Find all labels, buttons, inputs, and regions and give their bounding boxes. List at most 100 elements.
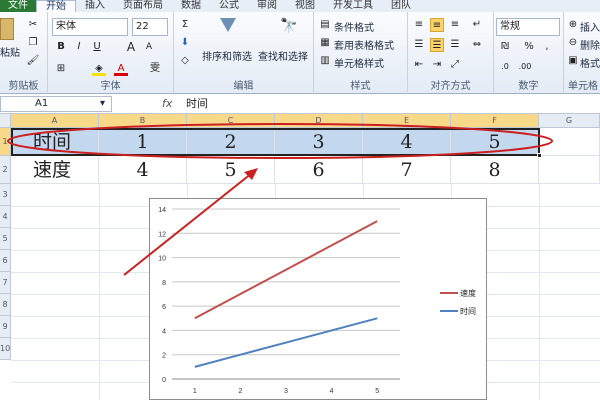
column-header-g[interactable]: G xyxy=(539,114,600,128)
column-header-f[interactable]: F xyxy=(451,114,539,128)
select-all-corner[interactable] xyxy=(0,114,11,128)
insert-cells-icon[interactable]: ⊕ xyxy=(566,18,580,32)
cell-f2[interactable]: 8 xyxy=(451,156,539,184)
underline-button[interactable]: U xyxy=(90,40,104,54)
legend-label: 速度 xyxy=(460,288,476,298)
insert-cells-button[interactable]: 插入 xyxy=(580,19,600,34)
number-format-select[interactable]: 常规 xyxy=(496,18,560,36)
tab-developer[interactable]: 开发工具 xyxy=(324,0,382,12)
orientation-icon[interactable]: ⤢ xyxy=(448,58,462,72)
find-select-icon[interactable]: 🔭 xyxy=(280,18,297,34)
cell-b2[interactable]: 4 xyxy=(99,156,187,184)
font-size-select[interactable]: 22 xyxy=(132,18,168,36)
name-box[interactable]: A1 xyxy=(0,96,112,112)
currency-icon[interactable]: ₪ xyxy=(498,40,512,54)
wrap-text-icon[interactable]: ↵ xyxy=(470,18,484,32)
column-header-c[interactable]: C xyxy=(187,114,275,128)
x-tick-label: 2 xyxy=(238,388,242,395)
paste-button[interactable]: 粘贴 xyxy=(0,44,20,59)
format-cells-icon[interactable]: ▣ xyxy=(566,54,580,68)
align-right-icon[interactable]: ☰ xyxy=(448,38,462,52)
delete-cells-button[interactable]: 删除 xyxy=(580,37,600,52)
insert-function-button[interactable]: fx xyxy=(162,97,172,110)
decrease-decimal-icon[interactable]: .00 xyxy=(518,60,532,74)
paste-icon[interactable] xyxy=(0,18,14,40)
cell-styles-icon[interactable]: ▥ xyxy=(318,54,332,68)
format-as-table-icon[interactable]: ▦ xyxy=(318,36,332,50)
bold-button[interactable]: B xyxy=(54,40,68,54)
percent-button[interactable]: % xyxy=(522,40,536,54)
align-top-icon[interactable]: ≡ xyxy=(412,18,426,32)
increase-indent-icon[interactable]: ⇥ xyxy=(430,58,444,72)
line-chart[interactable]: 0 2 4 6 8 10 12 14 1 2 3 4 5 速度 时间 xyxy=(149,198,487,400)
autosum-button[interactable]: Σ xyxy=(178,18,192,32)
tab-team[interactable]: 团队 xyxy=(382,0,420,12)
fill-handle[interactable] xyxy=(537,153,542,158)
column-header-d[interactable]: D xyxy=(275,114,363,128)
conditional-format-icon[interactable]: ▤ xyxy=(318,18,332,32)
decrease-indent-icon[interactable]: ⇤ xyxy=(412,58,426,72)
comma-button[interactable]: , xyxy=(540,40,554,54)
name-box-dropdown-icon[interactable]: ▾ xyxy=(100,98,105,109)
row-header-2[interactable]: 2 xyxy=(0,156,11,184)
y-tick-label: 4 xyxy=(162,328,166,335)
tab-review[interactable]: 审阅 xyxy=(248,0,286,12)
tab-view[interactable]: 视图 xyxy=(286,0,324,12)
tab-formulas[interactable]: 公式 xyxy=(210,0,248,12)
italic-button[interactable]: I xyxy=(72,40,86,54)
merge-center-icon[interactable]: ⇔ xyxy=(470,38,484,52)
tab-home[interactable]: 开始 xyxy=(36,0,76,12)
font-family-select[interactable]: 宋体 xyxy=(52,18,128,36)
cell-c2[interactable]: 5 xyxy=(187,156,275,184)
cell-d2[interactable]: 6 xyxy=(275,156,363,184)
font-color-icon[interactable]: A xyxy=(114,62,128,76)
formula-input[interactable]: 时间 xyxy=(186,96,208,112)
tab-data[interactable]: 数据 xyxy=(172,0,210,12)
cell-styles-button[interactable]: 单元格样式 xyxy=(334,55,384,70)
row-header-6[interactable]: 6 xyxy=(0,250,11,272)
borders-icon[interactable]: ⊞ xyxy=(54,62,68,76)
row-header-4[interactable]: 4 xyxy=(0,206,11,228)
cell-a2[interactable]: 速度 xyxy=(11,156,99,184)
cell-e2[interactable]: 7 xyxy=(363,156,451,184)
fill-icon[interactable]: ⬇ xyxy=(178,36,192,50)
row-header-7[interactable]: 7 xyxy=(0,272,11,294)
tab-page-layout[interactable]: 页面布局 xyxy=(114,0,172,12)
clipboard-group-label: 剪贴板 xyxy=(8,81,39,92)
row-header-1[interactable]: 1 xyxy=(0,128,11,156)
cell-g1[interactable] xyxy=(539,128,600,156)
fill-color-icon[interactable]: ◈ xyxy=(92,62,106,76)
sort-filter-icon[interactable] xyxy=(220,18,236,34)
format-cells-button[interactable]: 格式 xyxy=(580,55,600,70)
format-painter-icon[interactable]: 🖌 xyxy=(26,54,40,68)
phonetic-button[interactable]: 雯 xyxy=(148,62,162,76)
copy-icon[interactable]: ❐ xyxy=(26,36,40,50)
cut-icon[interactable]: ✂ xyxy=(26,18,40,32)
row-header-8[interactable]: 8 xyxy=(0,294,11,316)
format-as-table-button[interactable]: 套用表格格式 xyxy=(334,37,394,52)
selection-border xyxy=(11,128,540,156)
tab-insert[interactable]: 插入 xyxy=(76,0,114,12)
align-center-icon[interactable]: ☰ xyxy=(430,38,444,52)
delete-cells-icon[interactable]: ⊖ xyxy=(566,36,580,50)
align-bottom-icon[interactable]: ≡ xyxy=(448,18,462,32)
row-header-10[interactable]: 10 xyxy=(0,338,11,360)
grid-line xyxy=(99,184,100,400)
sort-filter-button[interactable]: 排序和筛选 xyxy=(202,48,252,63)
increase-decimal-icon[interactable]: .0 xyxy=(498,60,512,74)
find-select-button[interactable]: 查找和选择 xyxy=(258,48,308,63)
align-left-icon[interactable]: ☰ xyxy=(412,38,426,52)
row-header-3[interactable]: 3 xyxy=(0,184,11,206)
conditional-format-button[interactable]: 条件格式 xyxy=(334,19,374,34)
row-header-5[interactable]: 5 xyxy=(0,228,11,250)
column-header-e[interactable]: E xyxy=(363,114,451,128)
shrink-font-button[interactable]: A xyxy=(142,40,156,54)
align-middle-icon[interactable]: ≡ xyxy=(430,18,444,32)
tab-file[interactable]: 文件 xyxy=(0,0,36,12)
row-header-9[interactable]: 9 xyxy=(0,316,11,338)
column-header-b[interactable]: B xyxy=(99,114,187,128)
clear-icon[interactable]: ◇ xyxy=(178,54,192,68)
grow-font-button[interactable]: A xyxy=(124,40,138,54)
cell-g2[interactable] xyxy=(539,156,600,184)
column-header-a[interactable]: A xyxy=(11,114,99,128)
